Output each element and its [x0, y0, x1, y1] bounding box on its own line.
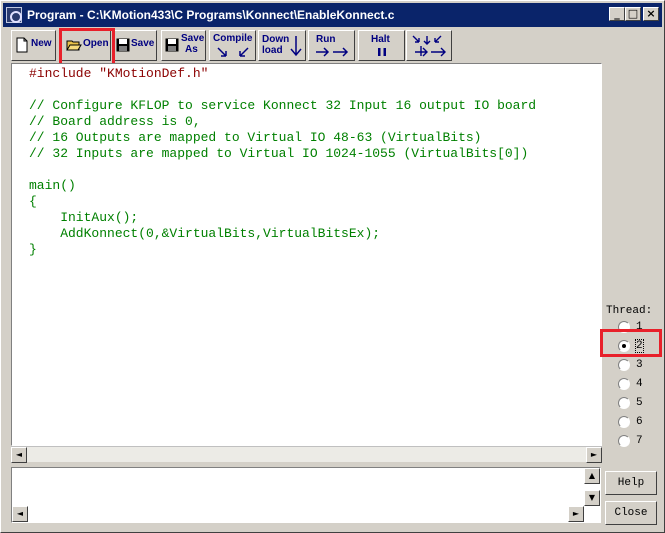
minimize-button[interactable]: _ — [609, 7, 625, 21]
compile-arrows-icon — [217, 47, 249, 57]
code-line: } — [29, 242, 37, 257]
run-arrows-icon — [316, 47, 349, 57]
save-as-button[interactable]: Save As — [161, 30, 206, 61]
kmotion-app-icon — [6, 7, 22, 23]
compile-button[interactable]: Compile — [209, 30, 256, 61]
compile-label: Compile — [213, 33, 253, 44]
thread-radio-label: 7 — [636, 435, 643, 447]
output-scroll-right-arrow-icon[interactable]: ► — [568, 506, 584, 522]
program-window: Program - C:\KMotion433\C Programs\Konne… — [0, 0, 665, 533]
editor-horizontal-scrollbar[interactable]: ◄ ► — [11, 446, 602, 463]
save-as-label-bottom: As — [185, 44, 198, 55]
output-scroll-down-arrow-icon[interactable]: ▼ — [584, 490, 600, 506]
code-line: // 32 Inputs are mapped to Virtual IO 10… — [29, 146, 529, 161]
new-file-icon — [16, 37, 28, 53]
close-window-button[interactable]: × — [643, 7, 659, 21]
thread-radio-label: 4 — [636, 378, 643, 390]
halt-button[interactable]: Halt — [358, 30, 405, 61]
halt-icon — [378, 48, 386, 56]
code-line: // 16 Outputs are mapped to Virtual IO 4… — [29, 130, 482, 145]
thread-radio-4[interactable] — [618, 378, 630, 390]
thread-radio-6[interactable] — [618, 416, 630, 428]
thread-radio-7[interactable] — [618, 435, 630, 447]
close-button[interactable]: Close — [605, 501, 657, 525]
code-line: // Configure KFLOP to service Konnect 32… — [29, 98, 537, 113]
new-button[interactable]: New — [11, 30, 56, 61]
code-editor[interactable]: #include "KMotionDef.h" // Configure KFLO… — [11, 63, 602, 446]
download-arrow-icon — [290, 36, 302, 57]
thread-option-3[interactable]: 3 — [618, 357, 658, 373]
code-line: AddKonnect(0,&VirtualBits,VirtualBitsEx)… — [29, 226, 381, 241]
thread-label: Thread: — [606, 305, 653, 317]
window-title: Program - C:\KMotion433\C Programs\Konne… — [27, 8, 395, 22]
scroll-left-arrow-icon[interactable]: ◄ — [11, 447, 27, 463]
open-button-highlight — [59, 28, 115, 66]
step-button[interactable] — [406, 30, 452, 61]
run-button[interactable]: Run — [308, 30, 355, 61]
floppy-disk-icon — [116, 38, 130, 52]
thread-2-highlight — [600, 329, 662, 357]
scroll-right-arrow-icon[interactable]: ► — [586, 447, 602, 463]
help-button[interactable]: Help — [605, 471, 657, 495]
code-line: main() — [29, 178, 76, 193]
save-button[interactable]: Save — [112, 30, 157, 61]
code-text[interactable]: #include "KMotionDef.h" // Configure KFLO… — [29, 66, 536, 258]
thread-radio-label: 5 — [636, 397, 643, 409]
output-scroll-up-arrow-icon[interactable]: ▲ — [584, 468, 600, 484]
thread-radio-5[interactable] — [618, 397, 630, 409]
save-as-label-top: Save — [181, 33, 205, 44]
code-line: { — [29, 194, 37, 209]
thread-radio-label: 3 — [636, 359, 643, 371]
step-arrows-icon — [412, 35, 446, 57]
thread-radio-3[interactable] — [618, 359, 630, 371]
code-line: // Board address is 0, — [29, 114, 201, 129]
thread-option-7[interactable]: 7 — [618, 433, 658, 449]
save-label: Save — [131, 38, 155, 49]
halt-label: Halt — [371, 34, 390, 45]
floppy-disk-icon — [165, 38, 179, 52]
thread-option-6[interactable]: 6 — [618, 414, 658, 430]
output-console[interactable]: ▲ ▼ ◄ ► — [11, 467, 601, 523]
output-scroll-left-arrow-icon[interactable]: ◄ — [12, 506, 28, 522]
download-label-bottom: load — [262, 45, 283, 56]
thread-radio-label: 6 — [636, 416, 643, 428]
code-line: InitAux(); — [29, 210, 139, 225]
new-label: New — [31, 38, 52, 49]
maximize-button[interactable]: □ — [625, 7, 641, 21]
download-button[interactable]: Down load — [258, 30, 306, 61]
code-line: #include "KMotionDef.h" — [29, 66, 209, 81]
thread-option-4[interactable]: 4 — [618, 376, 658, 392]
thread-option-5[interactable]: 5 — [618, 395, 658, 411]
run-label: Run — [316, 34, 336, 45]
title-bar[interactable]: Program - C:\KMotion433\C Programs\Konne… — [3, 3, 662, 27]
download-label-top: Down — [262, 34, 290, 45]
